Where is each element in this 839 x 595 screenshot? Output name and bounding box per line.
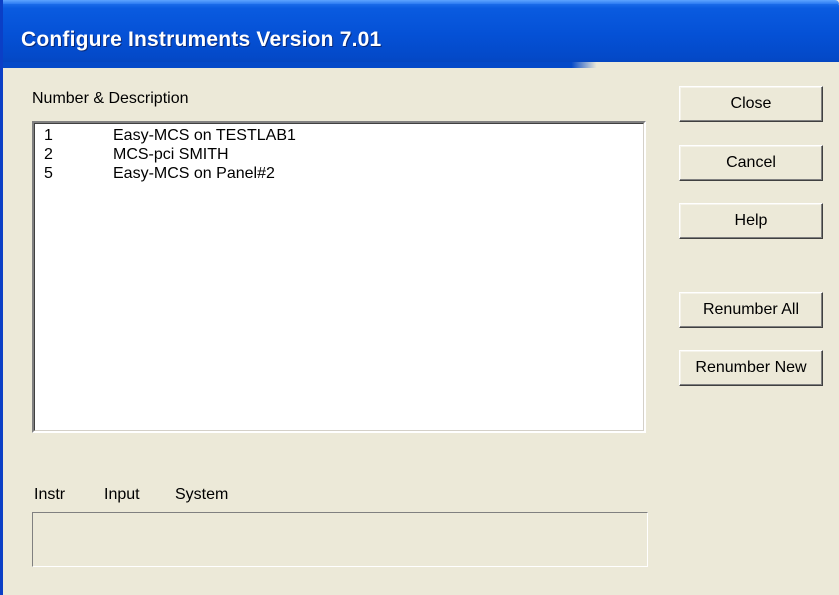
renumber-all-button[interactable]: Renumber All — [679, 292, 823, 328]
list-item-description: Easy-MCS on TESTLAB1 — [113, 127, 296, 144]
list-item[interactable]: 1 Easy-MCS on TESTLAB1 — [34, 127, 644, 146]
title-bar[interactable]: Configure Instruments Version 7.01 — [3, 0, 839, 68]
help-button[interactable]: Help — [679, 203, 823, 239]
instr-column-label: Instr — [34, 486, 66, 503]
list-item-number: 2 — [44, 146, 53, 163]
list-item-number: 1 — [44, 127, 53, 144]
window-title: Configure Instruments Version 7.01 — [21, 28, 382, 51]
list-item-description: Easy-MCS on Panel#2 — [113, 165, 275, 182]
list-item-description: MCS-pci SMITH — [113, 146, 229, 163]
configure-instruments-dialog: Configure Instruments Version 7.01 Numbe… — [0, 0, 839, 595]
instrument-listbox[interactable]: 1 Easy-MCS on TESTLAB1 2 MCS-pci SMITH 5… — [31, 120, 647, 434]
title-bar-highlight — [3, 0, 839, 4]
list-item-number: 5 — [44, 165, 53, 182]
input-column-label: Input — [104, 486, 140, 503]
list-item[interactable]: 5 Easy-MCS on Panel#2 — [34, 165, 644, 184]
title-bar-edge — [3, 62, 839, 68]
cancel-button[interactable]: Cancel — [679, 145, 823, 181]
list-item[interactable]: 2 MCS-pci SMITH — [34, 146, 644, 165]
instrument-details-field — [32, 512, 648, 567]
system-column-label: System — [175, 486, 229, 503]
close-button[interactable]: Close — [679, 86, 823, 122]
list-header-label: Number & Description — [32, 90, 189, 107]
renumber-new-button[interactable]: Renumber New — [679, 350, 823, 386]
